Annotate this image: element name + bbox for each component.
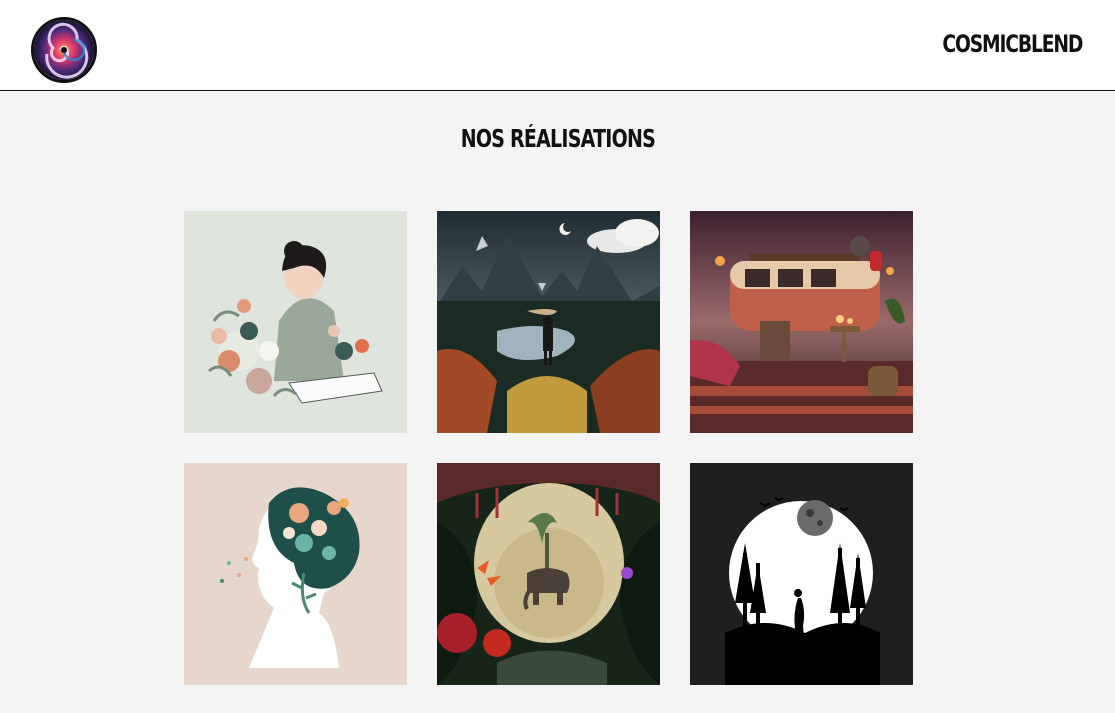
gallery-item-6[interactable]	[690, 463, 913, 685]
gallery-item-2[interactable]	[437, 211, 660, 433]
site-header: COSMICBLEND	[0, 0, 1115, 91]
brand-name[interactable]: COSMICBLEND	[942, 30, 1083, 58]
moonlit-forest-silhouette-illustration	[690, 463, 913, 685]
woman-writing-with-flowers-illustration	[184, 211, 407, 433]
mountain-lake-hiker-illustration	[437, 211, 660, 433]
cosmic-swirl-logo-icon[interactable]	[31, 17, 97, 83]
jungle-elephant-illustration	[437, 463, 660, 685]
gallery-item-5[interactable]	[437, 463, 660, 685]
vintage-van-bohemian-terrace-illustration	[690, 211, 913, 433]
gallery-item-3[interactable]	[690, 211, 913, 433]
woman-profile-with-flower-hair-illustration	[184, 463, 407, 685]
gallery-item-4[interactable]	[184, 463, 407, 685]
page-title: NOS RÉALISATIONS	[460, 124, 655, 153]
gallery-item-1[interactable]	[184, 211, 407, 433]
